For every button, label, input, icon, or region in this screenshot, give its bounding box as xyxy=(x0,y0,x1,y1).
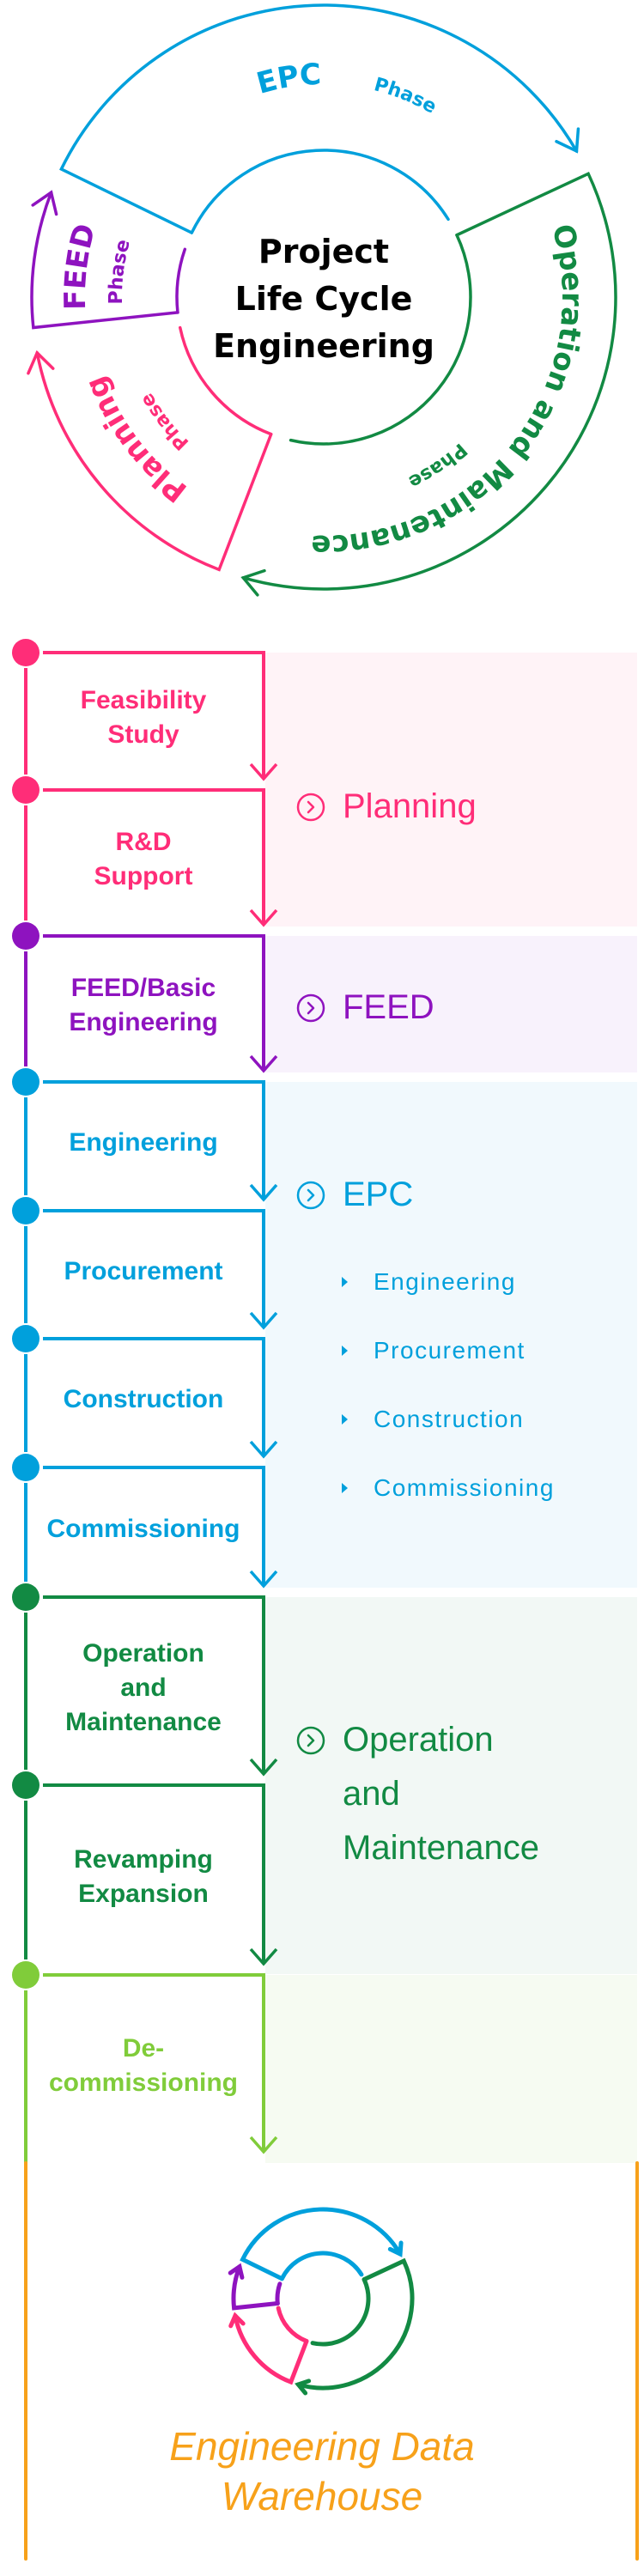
sub-list-item[interactable]: Procurement xyxy=(342,1316,555,1385)
stage-label: Engineering xyxy=(34,1126,252,1160)
phase-heading-line: EPC xyxy=(343,1176,414,1213)
warehouse-line-2: Warehouse xyxy=(221,2474,423,2518)
stage-label-line: Expansion xyxy=(78,1879,209,1908)
phase-heading-planning[interactable]: Planning xyxy=(296,780,477,834)
sub-list-item-label: Commissioning xyxy=(374,1474,555,1501)
stage-label-line: Revamping xyxy=(74,1844,213,1874)
phase-heading-om[interactable]: Operation and Maintenance xyxy=(296,1713,539,1875)
stage-label-line: Engineering xyxy=(69,1128,218,1157)
sub-list-item-label: Engineering xyxy=(374,1268,516,1295)
stage-label-line: Construction xyxy=(63,1385,224,1413)
stage-label: R&D Support xyxy=(34,825,252,894)
timeline-dot xyxy=(12,1771,39,1799)
phase-heading-epc[interactable]: EPC xyxy=(296,1168,413,1222)
stage-label: Feasibility Study xyxy=(34,683,252,752)
phase-heading-line: Operation xyxy=(343,1721,494,1759)
stage-label: Construction xyxy=(34,1382,252,1417)
stage-label-line: FEED/Basic xyxy=(70,974,216,1002)
stage-label-line: Support xyxy=(94,862,193,890)
stage-label: FEED/Basic Engineering xyxy=(34,971,252,1040)
timeline-section: Feasibility Study R&D Support FEED/Basic Engi… xyxy=(0,0,644,2576)
sub-list-item[interactable]: Engineering xyxy=(342,1248,555,1316)
timeline-dot xyxy=(12,922,39,950)
phase-heading-feed[interactable]: FEED xyxy=(296,981,434,1035)
stage-label-line: Maintenance xyxy=(65,1707,222,1736)
timeline-dot xyxy=(12,1197,39,1224)
caret-right-icon xyxy=(342,1483,348,1493)
stage-label-line: De- xyxy=(122,2033,165,2063)
timeline-dot xyxy=(12,1454,39,1481)
stage-label-line: and xyxy=(120,1673,167,1702)
phase-heading-text: Planning xyxy=(343,780,477,834)
phase-heading-text: Operation and Maintenance xyxy=(343,1713,539,1875)
phase-heading-text: FEED xyxy=(343,981,434,1035)
stage-label: Commissioning xyxy=(34,1512,252,1546)
stage-label: Procurement xyxy=(34,1255,252,1289)
phase-heading-line: Maintenance xyxy=(343,1829,540,1867)
stage-label-line: commissioning xyxy=(48,2068,239,2097)
stage-label: Operation and Maintenance xyxy=(34,1637,252,1740)
timeline-dot xyxy=(12,1068,39,1096)
stage-label-line: Engineering xyxy=(69,1008,218,1036)
warehouse-line-1: Engineering Data xyxy=(169,2424,475,2469)
stage-label: Revamping Expansion xyxy=(34,1843,252,1911)
chevron-circle-icon xyxy=(296,1181,325,1210)
stage-label-line: Feasibility xyxy=(80,686,207,714)
engineering-data-warehouse-title: Engineering Data Warehouse xyxy=(0,2421,644,2521)
stage-label-line: Study xyxy=(107,720,179,749)
phase-heading-text: EPC xyxy=(343,1168,413,1222)
phase-heading-line: FEED xyxy=(343,988,434,1026)
timeline-dot xyxy=(12,1583,39,1611)
stage-label-line: Procurement xyxy=(64,1256,223,1285)
phase-heading-line: Planning xyxy=(343,787,477,825)
phase-sub-list-epc: Engineering Procurement Construction Commis… xyxy=(342,1248,555,1522)
chevron-circle-icon xyxy=(296,993,325,1023)
timeline-dot xyxy=(12,1325,39,1352)
sub-list-item-label: Procurement xyxy=(374,1337,526,1364)
stage-label-line: Operation xyxy=(82,1638,204,1668)
stage-label: De-commissioning xyxy=(34,2032,252,2100)
sub-list-item[interactable]: Construction xyxy=(342,1385,555,1454)
timeline-dot xyxy=(12,639,39,666)
chevron-circle-icon xyxy=(296,793,325,822)
sub-list-item[interactable]: Commissioning xyxy=(342,1454,555,1522)
chevron-circle-icon xyxy=(296,1726,325,1755)
caret-right-icon xyxy=(342,1414,348,1425)
timeline-dot xyxy=(12,1961,39,1989)
sub-list-item-label: Construction xyxy=(374,1406,525,1432)
timeline-dot xyxy=(12,776,39,804)
stage-label-line: R&D xyxy=(115,828,172,856)
caret-right-icon xyxy=(342,1346,348,1356)
stage-label-line: Commissioning xyxy=(46,1514,240,1543)
caret-right-icon xyxy=(342,1277,348,1287)
phase-heading-line: and xyxy=(343,1775,400,1813)
